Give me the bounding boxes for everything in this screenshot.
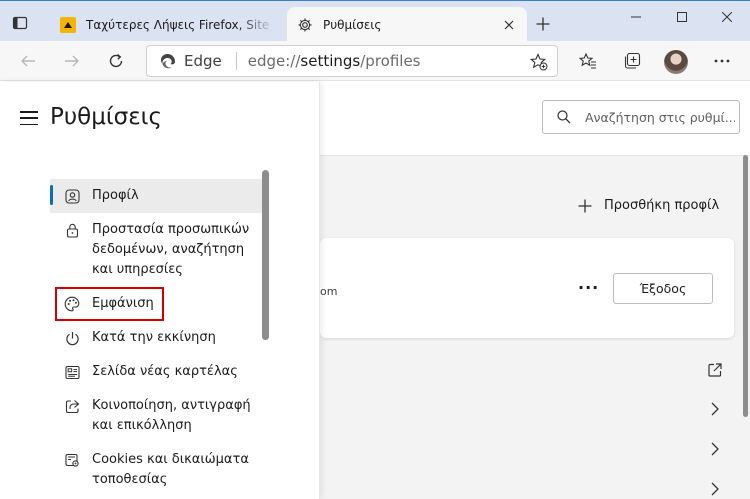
collections-button[interactable] (618, 47, 646, 75)
favorites-star-icon (579, 52, 596, 69)
add-favorite-button[interactable] (529, 52, 549, 72)
favorites-button[interactable] (574, 47, 602, 75)
menu-hamburger-icon[interactable] (20, 111, 38, 125)
sidebar-scrollbar[interactable] (262, 170, 269, 340)
tab-settings[interactable]: Ρυθμίσεις (287, 7, 527, 42)
tab-title: Ταχύτερες Λήψεις Firefox, Site c (86, 17, 275, 32)
forward-arrow-icon (65, 55, 79, 67)
edge-brand-label: Edge (184, 52, 222, 70)
sidebar-item-label: Προστασία προσωπικών δεδομένων, αναζήτησ… (92, 222, 250, 277)
profile-more-button[interactable]: ··· (578, 278, 599, 297)
back-button[interactable] (14, 47, 42, 75)
sidebar-item-label: Κατά την εκκίνηση (92, 330, 216, 345)
omnibox-separator (235, 52, 237, 70)
settings-page: Προσθήκη προφίλ om ··· Έξοδος Ρυθμίσεις … (0, 82, 750, 499)
tab-strip: Ταχύτερες Λήψεις Firefox, Site c Ρυθμίσε… (0, 0, 750, 42)
sidebar-item-label: Εμφάνιση (92, 296, 154, 311)
sidebar-item-appearance[interactable]: Εμφάνιση (55, 287, 164, 321)
sidebar-item-label: Προφίλ (92, 188, 139, 203)
share-icon (64, 396, 80, 416)
url-path: /profiles (360, 52, 421, 70)
power-icon (64, 328, 80, 348)
edge-logo-icon (161, 53, 175, 68)
profile-email: om (320, 285, 338, 298)
maximize-button[interactable] (659, 1, 705, 33)
plus-icon (536, 17, 550, 31)
forward-button[interactable] (58, 47, 86, 75)
chevron-right-icon[interactable] (705, 399, 725, 419)
settings-and-more-button[interactable] (708, 47, 736, 75)
refresh-icon (109, 53, 123, 68)
more-dots-icon (714, 59, 730, 63)
collections-icon (624, 52, 641, 69)
url-host: settings (300, 52, 361, 70)
browser-toolbar: Edge edge://settings/profiles (0, 41, 750, 81)
settings-search[interactable] (542, 100, 740, 134)
url-scheme: edge:// (247, 52, 301, 70)
close-tab-icon[interactable] (501, 17, 517, 33)
settings-sidebar: Ρυθμίσεις Προφίλ Προστασία προσωπικών δε… (0, 82, 320, 499)
settings-nav: Προφίλ Προστασία προσωπικών δεδομένων, α… (50, 179, 262, 497)
tab-title: Ρυθμίσεις (323, 17, 382, 32)
sidebar-item-startup[interactable]: Κατά την εκκίνηση (50, 321, 262, 355)
profile-avatar[interactable] (664, 50, 688, 74)
palette-icon (64, 294, 80, 314)
page-title: Ρυθμίσεις (50, 104, 162, 130)
gear-icon (297, 17, 313, 33)
external-link-icon[interactable] (705, 360, 725, 380)
maximize-icon (677, 12, 687, 22)
cookies-icon (64, 450, 80, 470)
new-tab-button[interactable] (532, 13, 554, 35)
refresh-button[interactable] (102, 47, 130, 75)
add-profile-button[interactable]: Προσθήκη προφίλ (578, 198, 719, 213)
chevron-right-icon[interactable] (705, 439, 725, 459)
close-icon (722, 12, 732, 22)
search-input[interactable] (585, 109, 735, 125)
sidebar-item-label: Cookies και δικαιώματα τοποθεσίας (92, 452, 249, 487)
new-tab-page-icon (64, 362, 80, 382)
search-icon (557, 110, 571, 124)
sign-out-button[interactable]: Έξοδος (613, 273, 713, 304)
minimize-button[interactable] (613, 1, 659, 33)
profile-icon (64, 186, 80, 206)
lock-icon (64, 220, 80, 240)
add-profile-label: Προσθήκη προφίλ (604, 198, 720, 213)
tab-actions-icon (12, 16, 28, 30)
chevron-right-icon[interactable] (705, 479, 725, 499)
content-scrollbar[interactable] (743, 155, 748, 417)
sidebar-item-cookies[interactable]: Cookies και δικαιώματα τοποθεσίας (50, 443, 262, 497)
minimize-icon (631, 16, 641, 18)
tab-actions-button[interactable] (8, 11, 32, 35)
sidebar-item-privacy[interactable]: Προστασία προσωπικών δεδομένων, αναζήτησ… (50, 213, 262, 287)
plus-icon (578, 199, 592, 213)
profile-card: om ··· Έξοδος (320, 238, 734, 338)
sidebar-item-new-tab-page[interactable]: Σελίδα νέας καρτέλας (50, 355, 262, 389)
address-bar[interactable]: Edge edge://settings/profiles (146, 45, 558, 77)
sidebar-item-label: Σελίδα νέας καρτέλας (92, 364, 238, 379)
site-favicon-icon (60, 16, 76, 33)
sidebar-item-share-copy-paste[interactable]: Κοινοποίηση, αντιγραφή και επικόλληση (50, 389, 262, 443)
close-window-button[interactable] (704, 1, 750, 33)
star-add-icon (530, 53, 548, 71)
back-arrow-icon (21, 55, 35, 67)
sidebar-item-profiles[interactable]: Προφίλ (50, 179, 262, 213)
tab-firefox-downloads[interactable]: Ταχύτερες Λήψεις Firefox, Site c (50, 7, 285, 42)
sidebar-item-label: Κοινοποίηση, αντιγραφή και επικόλληση (92, 398, 251, 433)
